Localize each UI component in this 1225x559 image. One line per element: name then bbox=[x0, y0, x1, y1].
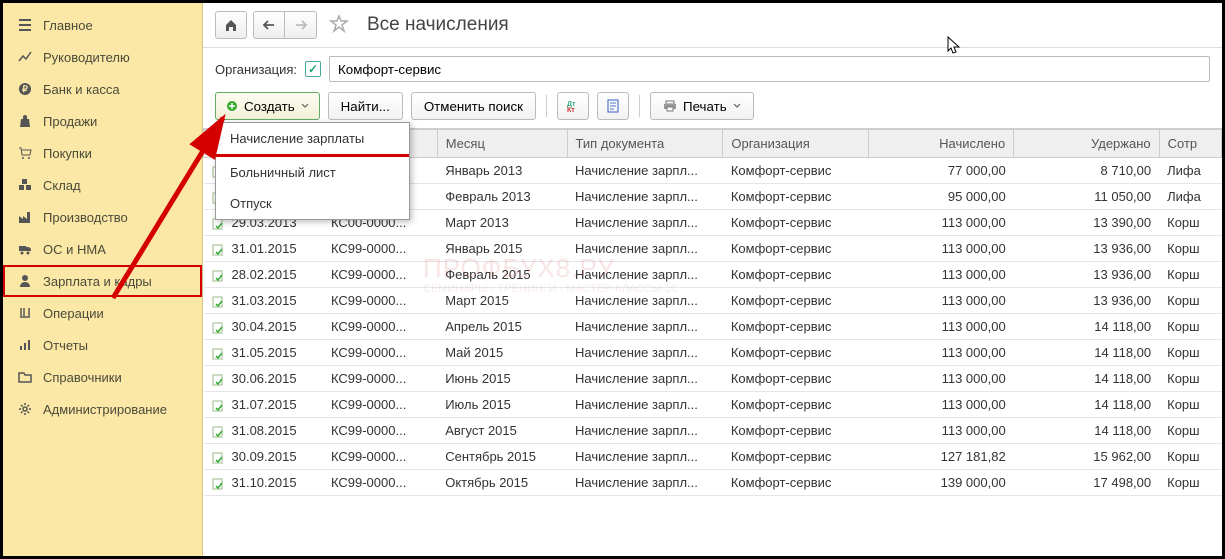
doc-posted-icon bbox=[212, 348, 226, 360]
dd-item-sickleave[interactable]: Больничный лист bbox=[216, 157, 409, 188]
doc-posted-icon bbox=[212, 322, 226, 334]
sidebar-item-label: Отчеты bbox=[43, 338, 88, 353]
doc-posted-icon bbox=[212, 296, 226, 308]
table-row[interactable]: 31.10.2015КС99-0000...Октябрь 2015Начисл… bbox=[204, 470, 1222, 496]
sidebar-item-operations[interactable]: Операции bbox=[3, 297, 202, 329]
filter-row: Организация: ✓ bbox=[203, 48, 1222, 88]
filter-label: Организация: bbox=[215, 62, 297, 77]
sidebar-item-bank[interactable]: ₽ Банк и касса bbox=[3, 73, 202, 105]
sidebar-item-label: Продажи bbox=[43, 114, 97, 129]
truck-icon bbox=[17, 241, 33, 257]
create-button[interactable]: Создать bbox=[215, 92, 320, 120]
sidebar-item-label: Покупки bbox=[43, 146, 92, 161]
person-icon bbox=[17, 273, 33, 289]
printer-icon bbox=[663, 100, 677, 112]
sidebar-item-production[interactable]: Производство bbox=[3, 201, 202, 233]
table-row[interactable]: 30.04.2015КС99-0000...Апрель 2015Начисле… bbox=[204, 314, 1222, 340]
find-button[interactable]: Найти... bbox=[328, 92, 403, 120]
folder-icon bbox=[17, 369, 33, 385]
sidebar-item-reports[interactable]: Отчеты bbox=[3, 329, 202, 361]
boxes-icon bbox=[17, 177, 33, 193]
table-row[interactable]: 31.03.2015КС99-0000...Март 2015Начислени… bbox=[204, 288, 1222, 314]
doc-posted-icon bbox=[212, 244, 226, 256]
svg-text:Кт: Кт bbox=[567, 107, 575, 113]
sidebar-item-admin[interactable]: Администрирование bbox=[3, 393, 202, 425]
sidebar-item-salary[interactable]: Зарплата и кадры bbox=[3, 265, 202, 297]
divider bbox=[546, 95, 547, 117]
doc-button[interactable] bbox=[597, 92, 629, 120]
th-accrued[interactable]: Начислено bbox=[868, 130, 1013, 158]
nav-back-button[interactable] bbox=[253, 11, 285, 39]
plus-icon bbox=[226, 100, 238, 112]
th-org[interactable]: Организация bbox=[723, 130, 868, 158]
dk-button[interactable]: ДтКт bbox=[557, 92, 589, 120]
chevron-down-icon bbox=[301, 103, 309, 109]
th-doctype[interactable]: Тип документа bbox=[567, 130, 723, 158]
organization-input[interactable] bbox=[329, 56, 1210, 82]
menu-icon bbox=[17, 17, 33, 33]
dd-item-vacation[interactable]: Отпуск bbox=[216, 188, 409, 219]
gear-icon bbox=[17, 401, 33, 417]
sidebar-item-label: Справочники bbox=[43, 370, 122, 385]
ruble-icon: ₽ bbox=[17, 81, 33, 97]
journal-icon bbox=[17, 305, 33, 321]
trend-icon bbox=[17, 49, 33, 65]
table-row[interactable]: 31.07.2015КС99-0000...Июль 2015Начислени… bbox=[204, 392, 1222, 418]
sidebar-item-label: Администрирование bbox=[43, 402, 167, 417]
print-button[interactable]: Печать bbox=[650, 92, 754, 120]
divider bbox=[639, 95, 640, 117]
home-button[interactable] bbox=[215, 11, 247, 39]
sidebar-item-label: ОС и НМА bbox=[43, 242, 106, 257]
sidebar-item-purchases[interactable]: Покупки bbox=[3, 137, 202, 169]
dd-item-payroll[interactable]: Начисление зарплаты bbox=[216, 123, 409, 157]
sidebar: Главное Руководителю ₽ Банк и касса Прод… bbox=[3, 3, 203, 556]
th-employee[interactable]: Сотр bbox=[1159, 130, 1221, 158]
cart-icon bbox=[17, 145, 33, 161]
sidebar-item-label: Руководителю bbox=[43, 50, 130, 65]
table-row[interactable]: 31.01.2015КС99-0000...Январь 2015Начисле… bbox=[204, 236, 1222, 262]
create-label: Создать bbox=[244, 99, 295, 114]
th-month[interactable]: Месяц bbox=[437, 130, 567, 158]
chart-icon bbox=[17, 337, 33, 353]
sidebar-item-label: Склад bbox=[43, 178, 81, 193]
sidebar-item-sales[interactable]: Продажи bbox=[3, 105, 202, 137]
table-row[interactable]: 31.08.2015КС99-0000...Август 2015Начисле… bbox=[204, 418, 1222, 444]
sidebar-item-label: Производство bbox=[43, 210, 128, 225]
action-toolbar: Создать Найти... Отменить поиск ДтКт Печ… bbox=[203, 88, 1222, 128]
doc-posted-icon bbox=[212, 400, 226, 412]
doc-posted-icon bbox=[212, 374, 226, 386]
sidebar-item-manager[interactable]: Руководителю bbox=[3, 41, 202, 73]
doc-posted-icon bbox=[212, 452, 226, 464]
sidebar-item-assets[interactable]: ОС и НМА bbox=[3, 233, 202, 265]
sidebar-item-label: Банк и касса bbox=[43, 82, 120, 97]
main-area: Все начисления Организация: ✓ Создать На… bbox=[203, 3, 1222, 556]
top-toolbar: Все начисления bbox=[203, 3, 1222, 48]
table-row[interactable]: 28.02.2015КС99-0000...Февраль 2015Начисл… bbox=[204, 262, 1222, 288]
sidebar-item-label: Операции bbox=[43, 306, 104, 321]
doc-posted-icon bbox=[212, 478, 226, 490]
table-row[interactable]: 31.05.2015КС99-0000...Май 2015Начисление… bbox=[204, 340, 1222, 366]
doc-posted-icon bbox=[212, 426, 226, 438]
sidebar-item-directories[interactable]: Справочники bbox=[3, 361, 202, 393]
chevron-down-icon bbox=[733, 103, 741, 109]
doc-posted-icon bbox=[212, 270, 226, 282]
th-withheld[interactable]: Удержано bbox=[1014, 130, 1159, 158]
favorite-button[interactable] bbox=[323, 14, 355, 37]
sidebar-item-warehouse[interactable]: Склад bbox=[3, 169, 202, 201]
cancel-search-button[interactable]: Отменить поиск bbox=[411, 92, 536, 120]
factory-icon bbox=[17, 209, 33, 225]
sidebar-item-label: Зарплата и кадры bbox=[43, 274, 152, 289]
table-row[interactable]: 30.09.2015КС99-0000...Сентябрь 2015Начис… bbox=[204, 444, 1222, 470]
nav-forward-button[interactable] bbox=[285, 11, 317, 39]
filter-checkbox[interactable]: ✓ bbox=[305, 61, 321, 77]
sidebar-item-label: Главное bbox=[43, 18, 93, 33]
create-dropdown: Начисление зарплаты Больничный лист Отпу… bbox=[215, 122, 410, 220]
bag-icon bbox=[17, 113, 33, 129]
svg-text:₽: ₽ bbox=[22, 84, 28, 94]
table-row[interactable]: 30.06.2015КС99-0000...Июнь 2015Начислени… bbox=[204, 366, 1222, 392]
page-title: Все начисления bbox=[367, 14, 509, 36]
sidebar-item-main[interactable]: Главное bbox=[3, 9, 202, 41]
